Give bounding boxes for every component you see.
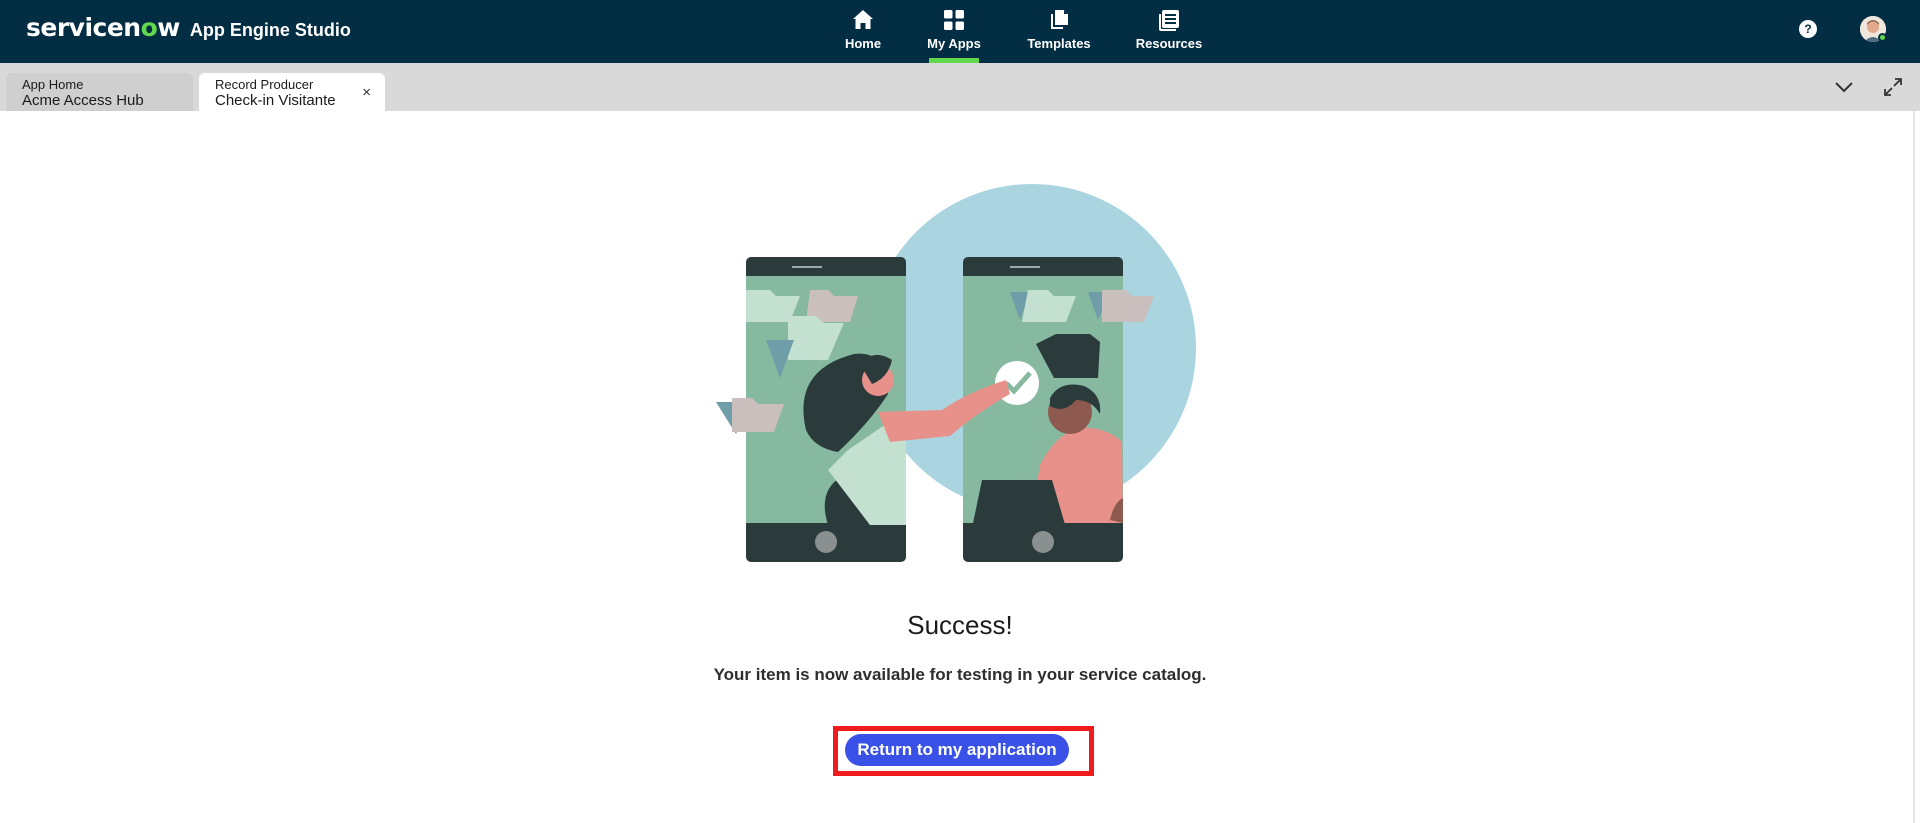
tab-type-label: App Home bbox=[22, 77, 84, 92]
nav-home-label: Home bbox=[844, 36, 882, 51]
nav-templates-label: Templates bbox=[1027, 36, 1091, 51]
app-title: App Engine Studio bbox=[189, 20, 351, 40]
success-message: Your item is now available for testing i… bbox=[713, 665, 1207, 684]
nav-my-apps-label: My Apps bbox=[927, 36, 981, 51]
nav-home[interactable]: Home bbox=[843, 0, 883, 63]
close-icon[interactable]: × bbox=[362, 84, 371, 101]
servicenow-logo: servicenow bbox=[26, 13, 180, 42]
templates-icon bbox=[1051, 10, 1068, 29]
brand[interactable]: servicenow App Engine Studio bbox=[26, 13, 351, 42]
grid-icon bbox=[944, 10, 964, 30]
success-title: Success! bbox=[907, 610, 1013, 640]
top-navigation-bar: servicenow App Engine Studio Home My App… bbox=[0, 0, 1920, 63]
workspace-tab-strip: App Home Acme Access Hub Record Producer… bbox=[0, 63, 1920, 111]
tab-name-label: Acme Access Hub bbox=[22, 92, 144, 109]
tab-app-home[interactable]: App Home Acme Access Hub bbox=[6, 73, 193, 111]
online-status-dot bbox=[1878, 33, 1887, 42]
resources-icon bbox=[1159, 10, 1179, 31]
nav-resources-label: Resources bbox=[1135, 36, 1203, 51]
return-to-application-button[interactable]: Return to my application bbox=[845, 734, 1069, 766]
scrollbar[interactable] bbox=[1913, 111, 1915, 823]
nav-my-apps[interactable]: My Apps bbox=[927, 0, 981, 63]
tab-name-label: Check-in Visitante bbox=[215, 92, 336, 109]
nav-templates[interactable]: Templates bbox=[1026, 0, 1092, 63]
tab-type-label: Record Producer bbox=[215, 77, 314, 92]
tab-record-producer[interactable]: Record Producer Check-in Visitante × bbox=[199, 73, 385, 111]
chevron-down-icon[interactable] bbox=[1833, 79, 1855, 95]
success-illustration bbox=[716, 184, 1196, 562]
home-icon bbox=[853, 10, 873, 29]
help-icon[interactable]: ? bbox=[1799, 20, 1817, 38]
expand-icon[interactable] bbox=[1882, 76, 1904, 98]
nav-resources[interactable]: Resources bbox=[1136, 0, 1202, 63]
